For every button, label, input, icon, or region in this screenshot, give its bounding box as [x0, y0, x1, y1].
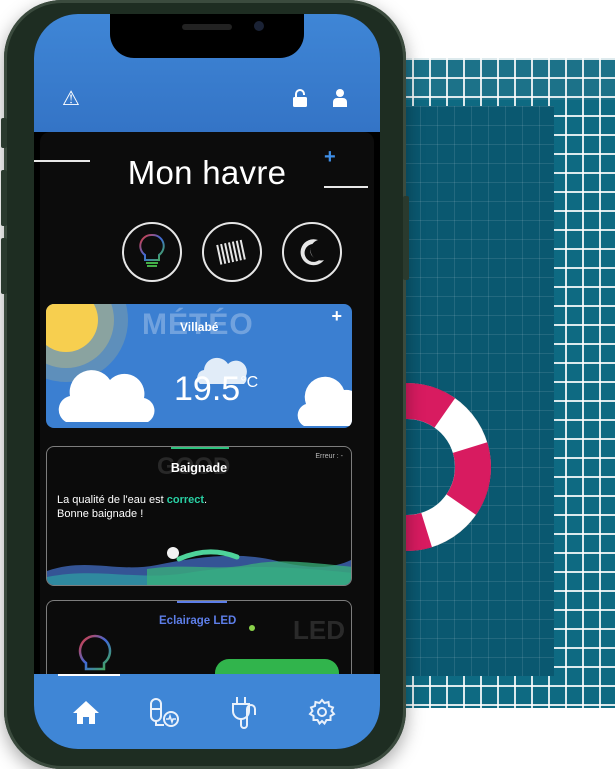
- volume-up-button: [1, 170, 7, 226]
- cloud-right-icon: [297, 376, 352, 426]
- quality-status: correct: [166, 494, 205, 506]
- pool-rim: [378, 58, 615, 100]
- settings-icon: [308, 698, 336, 726]
- phone-screen: ⚠ Mon havre + MÉTÉO Villabé + 19.5°C GOO…: [34, 14, 380, 749]
- phone-frame: ⚠ Mon havre + MÉTÉO Villabé + 19.5°C GOO…: [1, 0, 409, 769]
- weather-add-button[interactable]: +: [331, 306, 342, 327]
- lock-icon[interactable]: [292, 88, 308, 108]
- weather-city: Villabé: [180, 320, 219, 334]
- weather-card[interactable]: MÉTÉO Villabé + 19.5°C: [46, 304, 352, 428]
- shutter-quick-button[interactable]: [202, 222, 262, 282]
- bottom-navigation: [34, 674, 380, 749]
- temperature-number: 19.5: [174, 370, 241, 408]
- warning-icon[interactable]: ⚠: [62, 86, 80, 111]
- moon-icon: [300, 239, 324, 266]
- power-button: [403, 196, 409, 280]
- temperature-unit: °C: [240, 374, 259, 391]
- speaker: [182, 24, 232, 30]
- bathing-accent-line: [171, 447, 229, 449]
- led-title: Eclairage LED: [159, 615, 237, 627]
- bathing-wish: Bonne baignade !: [57, 508, 144, 520]
- bathing-error-status: Erreur : -: [315, 453, 343, 460]
- front-camera: [254, 21, 264, 31]
- nav-settings[interactable]: [302, 694, 342, 730]
- add-button[interactable]: +: [324, 146, 336, 169]
- bathing-message: La qualité de l'eau est correct. Bonne b…: [57, 493, 207, 521]
- water-waves-illustration: [47, 547, 351, 585]
- notch: [110, 14, 304, 58]
- pool-equipment-icon: [150, 698, 179, 727]
- quality-message-prefix: La qualité de l'eau est: [57, 494, 167, 506]
- lighting-quick-button[interactable]: [122, 222, 182, 282]
- shutter-icon: [216, 239, 246, 265]
- led-background-word: LED: [293, 615, 345, 645]
- mute-switch: [1, 118, 7, 148]
- nav-equipment[interactable]: [144, 694, 184, 730]
- cloud-left-icon: [58, 370, 155, 422]
- bathing-card[interactable]: GOOD Baignade Erreur : - La qualité de l…: [46, 446, 352, 586]
- nav-home[interactable]: [66, 694, 106, 730]
- temperature-value: 19.5°C: [174, 370, 258, 409]
- night-mode-quick-button[interactable]: [282, 222, 342, 282]
- volume-down-button: [1, 238, 7, 294]
- user-icon[interactable]: [332, 88, 348, 108]
- nav-active-indicator: [58, 674, 120, 676]
- home-icon: [73, 701, 99, 724]
- led-status-dot: [249, 625, 255, 631]
- plug-icon: [232, 697, 256, 729]
- led-accent-line: [177, 601, 227, 603]
- lightbulb-icon: [139, 233, 165, 267]
- bathing-title: Baignade: [170, 461, 228, 475]
- nav-power[interactable]: [224, 694, 264, 730]
- quality-message-suffix: .: [204, 494, 208, 506]
